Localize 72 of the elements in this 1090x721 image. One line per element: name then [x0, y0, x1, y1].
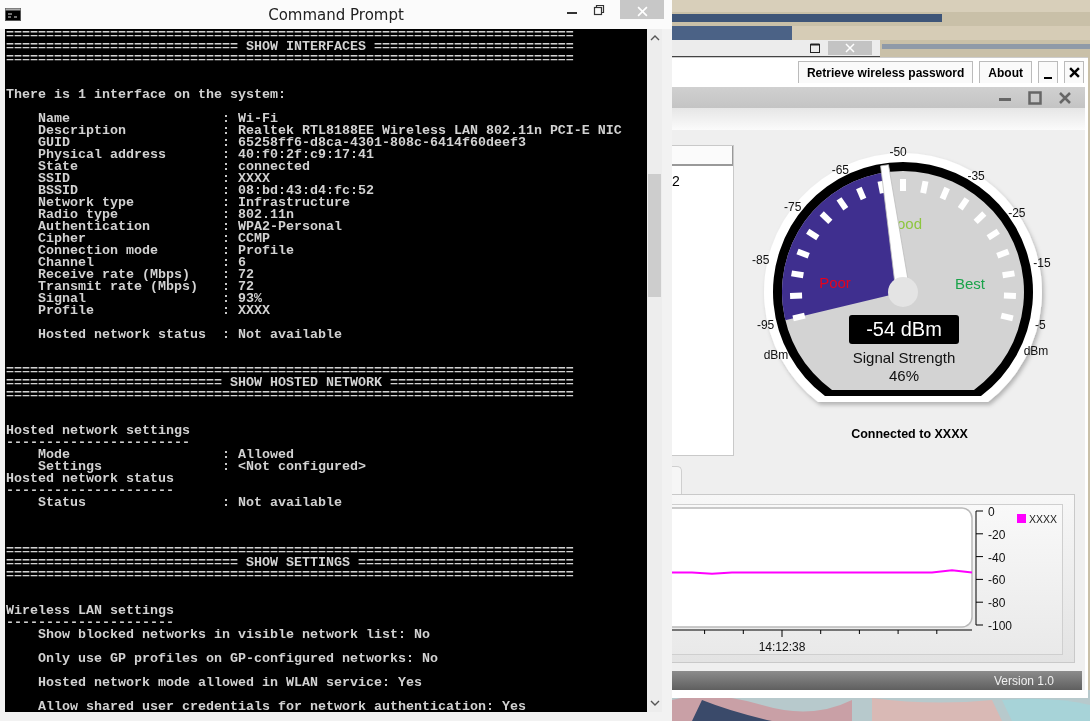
console-line: Physical address : 40:f0:2f:c9:17:41	[37, 147, 374, 162]
version-label: Version 1.0	[993, 673, 1054, 688]
list-item[interactable]: 2	[672, 173, 680, 189]
y-tick-label: -20	[988, 527, 1006, 542]
console-line: Hosted network status : Not available	[37, 327, 342, 342]
zone-label: ood	[897, 215, 923, 232]
scale-label: -5	[1035, 317, 1046, 332]
console-line: ============================= SHOW INTERFACES =========================	[6, 39, 574, 54]
scale-label: -35	[967, 168, 985, 183]
console-line: Name : Wi-Fi	[37, 111, 278, 126]
close-button[interactable]	[1064, 61, 1084, 83]
scale-label: -65	[831, 163, 849, 178]
console-line: Wireless LAN settings	[6, 603, 174, 618]
scale-label: -85	[752, 253, 770, 268]
window-title: Command Prompt	[268, 5, 404, 24]
console-line: There is 1 interface on the system:	[6, 87, 286, 102]
scale-label: -15	[1033, 256, 1051, 271]
y-tick-label: -40	[988, 550, 1006, 565]
console-line: =========================== SHOW HOSTED NETWORK =======================	[6, 375, 574, 390]
signal-reading: -54 dBm	[849, 315, 959, 344]
console-line: =======================================================================	[6, 567, 574, 582]
console-line: =======================================================================	[6, 543, 574, 558]
y-tick-label: 0	[988, 505, 995, 519]
console-line: =======================================================================	[6, 363, 574, 378]
scale-label: -75	[784, 199, 802, 214]
console-line: Show blocked networks in visible network list: No	[37, 627, 430, 642]
scale-label: -95	[756, 317, 775, 332]
console-line: =======================================================================	[6, 387, 574, 402]
console-line: Cipher : CCMP	[37, 231, 270, 246]
console-line: Settings : <Not configured>	[38, 459, 366, 474]
legend-label: XXXX	[1029, 513, 1057, 525]
zone-label: Poor	[819, 274, 851, 291]
unit-label: dBm	[763, 348, 789, 362]
close-icon	[636, 6, 648, 17]
console-line: Receive rate (Mbps) : 72	[37, 267, 254, 282]
console-line: Channel : 6	[37, 255, 246, 270]
unit-label: dBm	[1023, 344, 1049, 358]
console-line: Allow shared user credentials for network authentication: Yes	[37, 699, 526, 712]
zone-label: Best	[955, 275, 985, 292]
console-icon	[5, 8, 21, 21]
console-line: Status : Not available	[37, 495, 342, 510]
console-line: Description : Realtek RTL8188EE Wireless LAN 802.11n PCI-E NIC	[37, 123, 622, 138]
x-tick-label: 14:12:38	[758, 640, 806, 654]
toolbar-button[interactable]: About	[979, 61, 1032, 83]
minimize-button[interactable]	[1038, 61, 1058, 83]
console-line: =======================================================================	[6, 29, 574, 42]
signal-percent: 46%	[889, 367, 919, 384]
toolbar-button[interactable]: Retrieve wireless password	[797, 61, 974, 83]
y-tick-label: -60	[988, 573, 1006, 588]
restore-icon[interactable]	[593, 4, 605, 16]
gauge-caption: Signal Strength	[852, 349, 956, 366]
console-line: SSID : XXXX	[37, 171, 270, 186]
console-line: Only use GP profiles on GP-configured networks: No	[37, 651, 438, 666]
y-tick-label: -80	[988, 596, 1006, 611]
close-icon	[1068, 67, 1080, 78]
scale-label: -25	[1008, 206, 1026, 221]
minimize-icon	[1044, 76, 1052, 79]
console-line: BSSID : 08:bd:43:d4:fc:52	[37, 183, 374, 198]
y-tick-label: -100	[988, 619, 1013, 633]
connection-status: Connected to XXXX	[851, 427, 968, 441]
console-line: Hosted network settings	[6, 423, 190, 438]
close-icon	[845, 43, 855, 53]
console-line: ---------------------	[6, 483, 174, 498]
console-line: ============================= SHOW SETTINGS ===========================	[6, 555, 574, 570]
console-line: Network type : Infrastructure	[37, 195, 350, 210]
console-line: Mode : Allowed	[37, 447, 294, 462]
close-icon[interactable]	[1058, 90, 1072, 105]
console-line: =======================================================================	[6, 51, 574, 66]
maximize-icon[interactable]	[810, 43, 820, 53]
console-line: Hosted network mode allowed in WLAN service: Yes	[37, 675, 422, 690]
scroll-thumb[interactable]	[648, 174, 661, 297]
scale-label: -50	[889, 145, 907, 160]
